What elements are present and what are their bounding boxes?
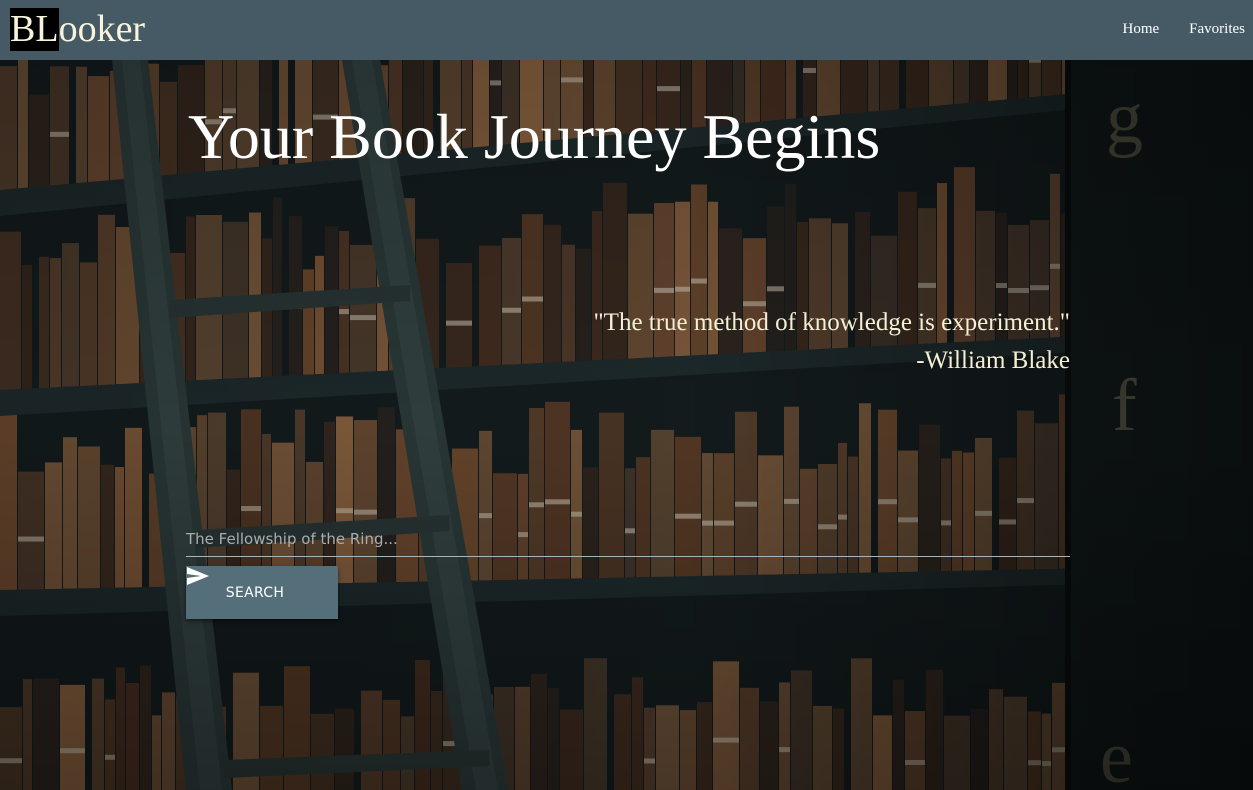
search-button-label: SEARCH [225, 584, 285, 601]
brand-rest: ooker [58, 8, 146, 50]
page: BLooker Home Favorites Your Book Journey… [0, 0, 1253, 790]
brand-logo[interactable]: BLooker [10, 8, 146, 51]
hero-section: g f e Your Book Journey Begins "The true… [0, 60, 1253, 790]
quote-block: "The true method of knowledge is experim… [593, 304, 1070, 380]
hero-title: Your Book Journey Begins [188, 101, 881, 172]
navbar: BLooker Home Favorites [0, 0, 1253, 60]
search-input[interactable] [186, 522, 1070, 557]
nav-home-link[interactable]: Home [1123, 21, 1160, 37]
brand-highlight: BL [10, 8, 59, 51]
nav-favorites-link[interactable]: Favorites [1189, 21, 1245, 37]
quote-author: -William Blake [916, 347, 1070, 374]
quote-text: "The true method of knowledge is experim… [593, 309, 1070, 336]
nav-links: Home Favorites [1097, 20, 1246, 38]
search-button[interactable]: SEARCH [186, 566, 338, 619]
